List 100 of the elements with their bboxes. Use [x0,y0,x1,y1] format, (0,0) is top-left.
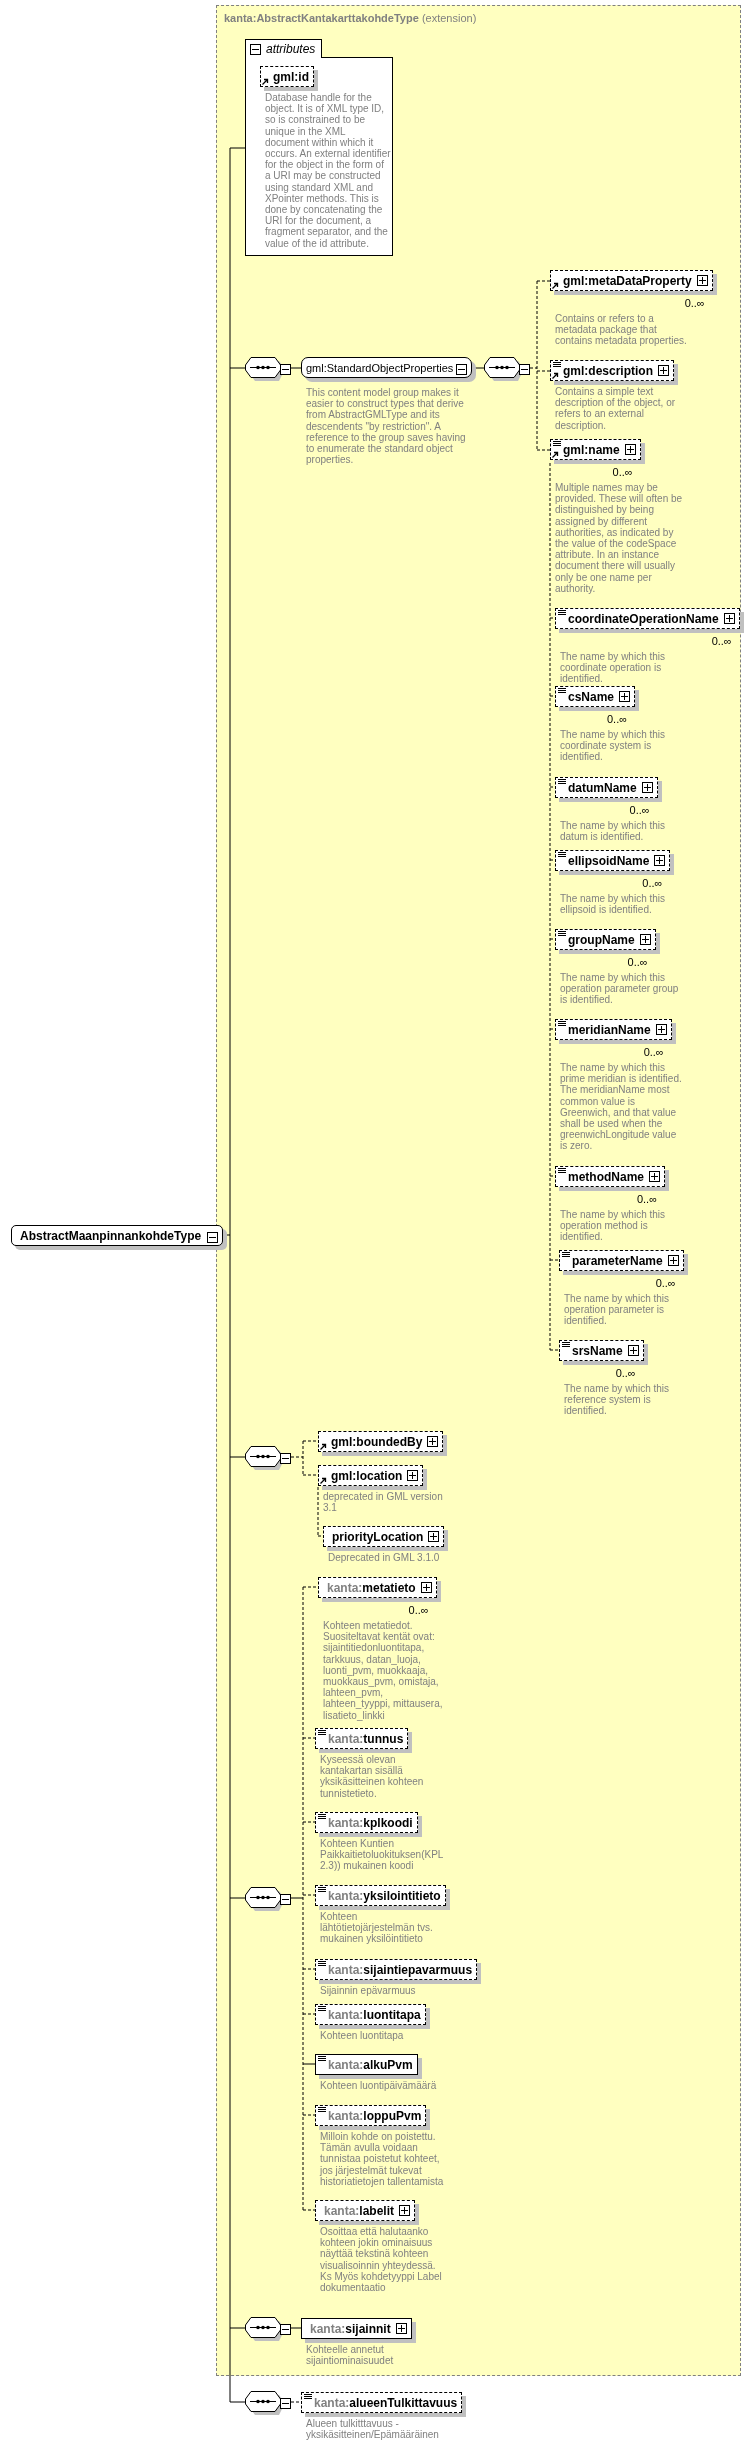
occurrence-label: 0..∞ [642,877,663,889]
element-name: kanta:labelit [324,2203,395,2218]
element-name: kanta:alkuPvm [328,2057,413,2072]
occurrence-label: 0..∞ [627,956,648,968]
documentation-text: The name by which this coordinate operation is identified. [560,651,667,685]
element-name: csName [568,689,615,704]
documentation-text: Database handle for the object. It is of XML type ID, so is constrained to be unique in the XML document within which it occurs. An external identifier for the object in the form of a URI may be constructed using standard XML and XPointer methods. This is done by concatenating the URI for the document, a fragment separator, and the value of the id attribute. [265,92,391,249]
expand-toggle[interactable] [658,365,669,376]
occurrence-label: 0..∞ [606,713,628,725]
element-name: gml:metaDataProperty [563,273,692,288]
documentation-text: Multiple names may be provided. These will often be distinguished by being assigned by different authorities, as indicated by the value of the codeSpace attribute. In an instance document there will usually only be one name per authority. [555,482,684,595]
expand-toggle[interactable] [407,1470,419,1481]
element-name: kanta:kplkoodi [328,1815,413,1830]
element-name: parameterName [572,1253,663,1268]
element-name: gml:location [331,1468,403,1483]
plus-icon [643,784,651,791]
occurrence-label: 0..∞ [629,804,650,816]
element-name: groupName [568,932,635,947]
documentation-text: Kohteelle annetut sijaintiominaisuudet [306,2344,395,2367]
collapse-toggle[interactable] [280,363,291,375]
plus-icon [657,1026,665,1033]
documentation-text: Contains or refers to a metadata package that contains metadata properties. [555,313,688,347]
expand-toggle[interactable] [624,444,636,455]
documentation-text: The name by which this operation method is identified. [560,1209,667,1243]
occurrence-label: 0..∞ [643,1046,664,1058]
collapse-toggle[interactable] [250,43,261,55]
element-name: kanta:sijainnit [310,2321,391,2336]
sequence-icon [245,2317,285,2342]
expand-toggle[interactable] [696,275,708,286]
attributes-title: attributes [266,42,316,56]
plus-icon [725,615,733,622]
element-name: kanta:sijaintiepavarmuus [328,1962,473,1977]
element-name: gml:name [563,442,620,457]
documentation-text: Sijainnin epävarmuus [320,1985,417,1997]
documentation-text: The name by which this coordinate system is identified. [560,729,667,763]
element-name: gml:id [273,69,309,84]
occurrence-label: 0..∞ [711,635,732,647]
documentation-text: The name by which this operation parameter is identified. [564,1293,671,1327]
expand-toggle[interactable] [654,855,666,866]
collapse-toggle[interactable] [280,1893,291,1905]
plus-icon [669,1257,677,1264]
expand-toggle[interactable] [428,1531,440,1542]
documentation-text: Kohteen Kuntien Paikkaitietoluokituksen(KPL 2.3)) mukainen koodi [320,1838,445,1872]
element-name: gml:description [563,363,653,378]
occurrence-label: 0..∞ [408,1604,429,1616]
documentation-text: The name by which this reference system is identified. [564,1383,671,1417]
collapse-toggle[interactable] [456,363,468,375]
documentation-text: The name by which this operation parameter group is identified. [560,972,680,1006]
documentation-text: The name by which this datum is identified. [560,820,667,843]
expand-toggle[interactable] [395,2323,407,2334]
connector-line [290,2401,302,2403]
documentation-text: Deprecated in GML 3.1.0 [328,1552,441,1564]
expand-toggle[interactable] [619,691,631,702]
documentation-text: This content model group makes it easier to construct types that derive from AbstractGMLType and its descendents "by restriction". A reference to the group saves having to enumerate the standard object properties. [306,387,466,466]
element-name: kanta:loppuPvm [328,2108,422,2123]
documentation-text: Kohteen luontipäivämäärä [320,2080,438,2092]
documentation-text: The name by which this prime meridian is identified. The meridianName most common value is Greenwich, and that value shall be used when the greenwichLongitude value is zero. [560,1062,683,1152]
collapse-toggle[interactable] [280,2397,291,2409]
collapse-toggle[interactable] [207,1231,219,1243]
expand-toggle[interactable] [399,2205,411,2216]
documentation-text: Kohteen lähtötietojärjestelmän tvs. mukainen yksilöintitieto [320,1911,434,1945]
collapse-toggle[interactable] [280,2323,291,2335]
sequence-icon [245,1446,285,1471]
element-name: srsName [572,1343,623,1358]
sequence-icon [245,357,285,382]
expand-toggle[interactable] [655,1024,667,1035]
plus-icon [698,277,706,284]
element-name: methodName [568,1169,644,1184]
documentation-text: Contains a simple text description of the object, or refers to an external description. [555,386,677,431]
element-name: gml:boundedBy [331,1434,423,1449]
documentation-text: The name by which this ellipsoid is identified. [560,893,667,916]
plus-icon [621,693,629,700]
plus-icon [422,1584,430,1591]
expand-toggle[interactable] [427,1436,439,1447]
plus-icon [397,2325,405,2332]
plus-icon [641,936,649,943]
documentation-text: Milloin kohde on poistettu. Tämän avulla voidaan tunnistaa poistetut kohteet, jos järjestelmät tukevat historiatietojen tallentamista [320,2131,445,2187]
element-name: kanta:alueenTulkittavuus [314,2395,458,2410]
occurrence-label: 0..∞ [636,1193,657,1205]
element-name: kanta:tunnus [328,1731,404,1746]
sequence-icon [484,357,524,382]
element-name: datumName [568,780,637,795]
element-name: ellipsoidName [568,853,650,868]
expand-toggle[interactable] [667,1255,679,1266]
collapse-toggle[interactable] [519,363,530,375]
expand-toggle[interactable] [723,613,735,624]
plus-icon [409,1472,417,1479]
element-name: priorityLocation [332,1529,424,1544]
documentation-text: Alueen tulkitttavuus - yksikäsitteinen/Epämääräinen [306,2418,440,2440]
sequence-icon [245,1887,285,1912]
group-name: gml:StandardObjectProperties [306,361,454,374]
expand-toggle[interactable] [639,934,651,945]
collapse-toggle[interactable] [280,1452,291,1464]
expand-toggle[interactable] [420,1582,432,1593]
plus-icon [429,1438,437,1445]
documentation-text: Kohteen luontitapa [320,2030,405,2042]
expand-toggle[interactable] [641,782,653,793]
expand-toggle[interactable] [649,1171,660,1182]
expand-toggle[interactable] [627,1345,639,1356]
plus-icon [651,1173,658,1180]
